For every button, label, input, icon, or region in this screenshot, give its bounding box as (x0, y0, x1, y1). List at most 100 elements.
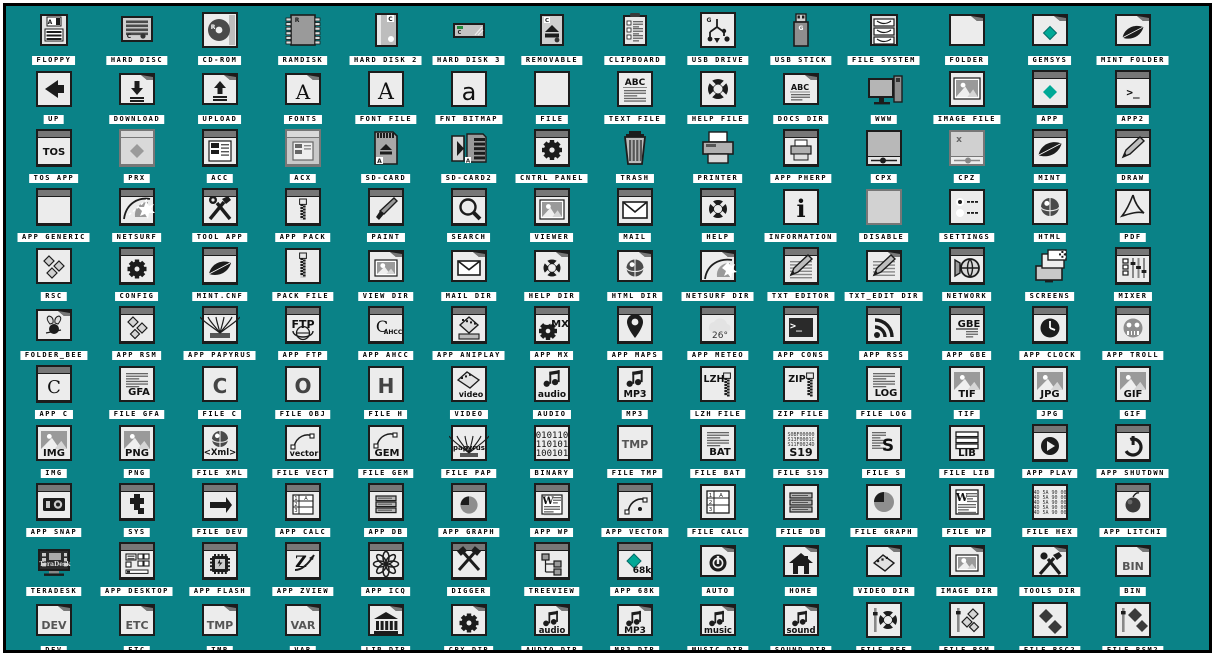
icon-cell[interactable]: AUTO (676, 539, 759, 598)
icon-cell[interactable]: CNTRL PANEL (510, 126, 593, 185)
icon-cell[interactable]: DOWNLOAD (95, 67, 178, 126)
icon-cell[interactable]: TXT_EDIT DIR (842, 244, 925, 303)
file-vector-icon[interactable]: vector (281, 422, 325, 464)
icon-cell[interactable]: C AHCC APP AHCC (344, 303, 427, 362)
arrow-left-icon[interactable] (32, 68, 76, 110)
app-screens-icon[interactable] (1028, 245, 1072, 287)
folder-power-icon[interactable] (696, 540, 740, 582)
icon-cell[interactable]: FOLDER (925, 8, 1008, 67)
icon-cell[interactable]: ABC DOCS DIR (759, 67, 842, 126)
file-rsm2-icon[interactable] (1111, 599, 1155, 641)
icon-cell[interactable]: BIN BIN (1091, 539, 1174, 598)
icon-cell[interactable]: HTML (1008, 185, 1091, 244)
file-wp-icon[interactable]: W (945, 481, 989, 523)
app-gear-icon[interactable] (530, 127, 574, 169)
trash-icon[interactable] (613, 127, 657, 169)
file-s-icon[interactable]: S (862, 422, 906, 464)
icon-cell[interactable]: MX APP MX (510, 303, 593, 362)
app-zip-icon[interactable] (281, 186, 325, 228)
app-shutdown-icon[interactable] (1111, 422, 1155, 464)
icon-cell[interactable]: FILE RSM (925, 598, 1008, 650)
icon-cell[interactable]: APP TROLL (1091, 303, 1174, 362)
folder-tmp-icon[interactable]: TMP (198, 599, 242, 641)
folder-envelope-icon[interactable] (447, 245, 491, 287)
icon-cell[interactable]: VIDEO DIR (842, 539, 925, 598)
icon-cell[interactable]: C HARD DISK 3 (427, 8, 510, 67)
app-mixer-icon[interactable] (1111, 245, 1155, 287)
icon-cell[interactable]: MP3 MP3 (593, 362, 676, 421)
clipboard-icon[interactable] (613, 9, 657, 51)
icon-cell[interactable]: JPG JPG (1008, 362, 1091, 421)
floppy-icon[interactable]: A (32, 9, 76, 51)
file-gif-icon[interactable]: GIF (1111, 363, 1155, 405)
icon-cell[interactable]: SCREENS (1008, 244, 1091, 303)
icon-cell[interactable]: MIXER (1091, 244, 1174, 303)
icon-cell[interactable]: TeraDesk TERADESK (12, 539, 95, 598)
icon-cell[interactable]: SETTINGS (925, 185, 1008, 244)
icon-cell[interactable]: TIF TIF (925, 362, 1008, 421)
icon-cell[interactable]: ABC TEXT FILE (593, 67, 676, 126)
icon-cell[interactable]: FILE DB (759, 480, 842, 539)
folder-up-icon[interactable] (198, 68, 242, 110)
app-arrow-icon[interactable] (198, 481, 242, 523)
icon-cell[interactable]: DRAW (1091, 126, 1174, 185)
icon-cell[interactable]: LZH LZH FILE (676, 362, 759, 421)
app-rss-icon[interactable] (862, 304, 906, 346)
folder-A-icon[interactable]: A (281, 68, 325, 110)
folder-home-icon[interactable] (779, 540, 823, 582)
icon-cell[interactable]: PACK FILE (261, 244, 344, 303)
icon-cell[interactable]: G USB STICK (759, 8, 842, 67)
icon-cell[interactable]: MAIL DIR (427, 244, 510, 303)
folder-gear-icon[interactable] (447, 599, 491, 641)
app-icq-icon[interactable] (364, 540, 408, 582)
folder-txtedit-icon[interactable] (862, 245, 906, 287)
file-pap-icon[interactable]: papyrus (447, 422, 491, 464)
file-binary-icon[interactable]: 010110 110101 100101 (530, 422, 574, 464)
file-image-icon[interactable] (945, 68, 989, 110)
icon-cell[interactable]: APP SHUTDWN (1091, 421, 1174, 480)
icon-cell[interactable]: HOME (759, 539, 842, 598)
icon-cell[interactable]: S FILE S (842, 421, 925, 480)
icon-cell[interactable]: H FILE H (344, 362, 427, 421)
icon-cell[interactable]: A SD-CARD (344, 126, 427, 185)
file-globe-icon[interactable] (1028, 186, 1072, 228)
app-flash-icon[interactable] (198, 540, 242, 582)
icon-cell[interactable]: TMP TMP (178, 598, 261, 650)
file-log-icon[interactable]: LOG (862, 363, 906, 405)
file-abc-icon[interactable]: ABC (613, 68, 657, 110)
icon-cell[interactable]: FILE (510, 67, 593, 126)
folder-music-icon[interactable]: music (696, 599, 740, 641)
icon-cell[interactable]: UP (12, 67, 95, 126)
icon-cell[interactable]: >_ APP2 (1091, 67, 1174, 126)
icon-cell[interactable]: CLIPBOARD (593, 8, 676, 67)
icon-cell[interactable]: CONFIG (95, 244, 178, 303)
icon-cell[interactable]: DIGGER (427, 539, 510, 598)
icon-cell[interactable]: LOG FILE LOG (842, 362, 925, 421)
icon-cell[interactable]: APP RSM (95, 303, 178, 362)
icon-cell[interactable]: 4D 5A 90 00 4D 5A 90 00 4D 5A 90 00 4D 5A 9… (1008, 480, 1091, 539)
file-hex-icon[interactable]: 4D 5A 90 00 4D 5A 90 00 4D 5A 90 00 4D 5A 9… (1028, 481, 1072, 523)
icon-cell[interactable]: C APP C (12, 362, 95, 421)
icon-cell[interactable]: GBE APP GBE (925, 303, 1008, 362)
icon-cell[interactable]: FOLDER_BEE (12, 303, 95, 362)
app-troll-icon[interactable] (1111, 304, 1155, 346)
file-s19-icon[interactable]: S0BF00000 S13F0001C S11F0024D S19 (779, 422, 823, 464)
monitor-icon[interactable] (862, 68, 906, 110)
usbstick-icon[interactable]: G (779, 9, 823, 51)
icon-cell[interactable]: audio AUDIO DIR (510, 598, 593, 650)
folder-sound-icon[interactable]: sound (779, 599, 823, 641)
icon-cell[interactable]: TMP FILE TMP (593, 421, 676, 480)
app-papyrus-icon[interactable] (198, 304, 242, 346)
file-zip-icon[interactable] (281, 245, 325, 287)
app-leaf-icon[interactable] (1028, 127, 1072, 169)
folder-mp3-icon[interactable]: MP3 (613, 599, 657, 641)
icon-cell[interactable]: a FNT BITMAP (427, 67, 510, 126)
folder-netsurf-icon[interactable] (696, 245, 740, 287)
icon-cell[interactable]: C HARD DISC (95, 8, 178, 67)
app-maps-icon[interactable] (613, 304, 657, 346)
icon-cell[interactable]: FILE SYSTEM (842, 8, 925, 67)
icon-cell[interactable]: FILE DEV (178, 480, 261, 539)
app-graph-icon[interactable] (447, 481, 491, 523)
app-prompt-icon[interactable]: >_ (1111, 68, 1155, 110)
app-network-icon[interactable] (945, 245, 989, 287)
